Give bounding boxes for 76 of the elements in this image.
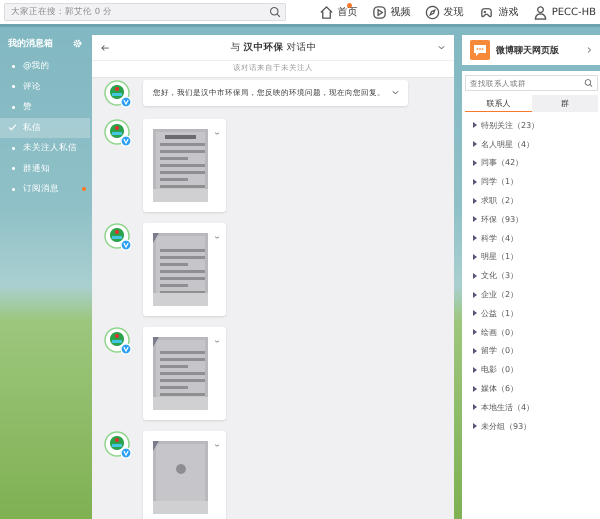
expand-arrow-icon bbox=[473, 216, 477, 222]
contact-group[interactable]: 文化（3） bbox=[473, 266, 598, 286]
avatar-icon[interactable] bbox=[104, 119, 132, 147]
bullet-icon bbox=[12, 167, 15, 170]
image-message[interactable] bbox=[143, 119, 226, 212]
expand-arrow-icon bbox=[473, 198, 477, 204]
user-icon bbox=[532, 4, 548, 20]
contact-group[interactable]: 绘画（0） bbox=[473, 322, 598, 342]
bullet-icon bbox=[12, 106, 15, 109]
contact-group[interactable]: 未分组（93） bbox=[473, 416, 598, 436]
back-arrow-icon bbox=[100, 42, 110, 52]
expand-arrow-icon bbox=[473, 292, 477, 298]
expand-arrow-icon bbox=[473, 366, 477, 373]
expand-arrow-icon bbox=[473, 160, 477, 166]
expand-arrow-icon bbox=[473, 423, 477, 430]
bullet-icon bbox=[12, 64, 15, 68]
check-icon bbox=[8, 123, 17, 132]
contact-group[interactable]: 特别关注（23） bbox=[473, 116, 598, 135]
tab[interactable]: 群 bbox=[532, 95, 598, 112]
sidebar-label: 私信 bbox=[23, 122, 41, 134]
expand-arrow-icon bbox=[473, 272, 477, 279]
expand-arrow-icon bbox=[473, 235, 477, 242]
bullet-icon bbox=[12, 188, 15, 191]
contact-group[interactable]: 同学（1） bbox=[473, 172, 598, 192]
expand-arrow-icon bbox=[473, 141, 477, 148]
contact-group[interactable]: 环保（93） bbox=[473, 210, 598, 229]
sidebar-title: 我的消息箱 bbox=[8, 37, 53, 50]
sidebar-label: 未关注人私信 bbox=[23, 142, 77, 154]
nav-link[interactable]: 首页 bbox=[318, 4, 358, 20]
contact-group[interactable]: 名人明星（4） bbox=[473, 134, 598, 154]
avatar-icon[interactable] bbox=[104, 327, 132, 355]
expand-arrow-icon bbox=[473, 310, 477, 316]
avatar-icon[interactable] bbox=[104, 431, 132, 459]
image-message[interactable] bbox=[143, 431, 226, 519]
image-message[interactable] bbox=[143, 327, 226, 420]
chevron-right-icon bbox=[585, 46, 593, 54]
search-field[interactable]: 大家正在搜：郭艾伦 0 分 bbox=[4, 3, 286, 21]
avatar-icon[interactable] bbox=[104, 223, 132, 251]
avatar-icon[interactable] bbox=[104, 80, 132, 108]
chat-title: 与 汉中环保 对话中 bbox=[229, 41, 318, 54]
nav-link[interactable]: PECC-HB bbox=[532, 4, 596, 20]
contact-group[interactable]: 留学（0） bbox=[473, 342, 598, 360]
contact-group[interactable]: 同事（42） bbox=[473, 154, 598, 172]
image-message[interactable] bbox=[143, 223, 226, 316]
settings-icon[interactable] bbox=[73, 39, 82, 48]
expand-arrow-icon bbox=[473, 329, 477, 336]
bullet-icon bbox=[12, 85, 15, 88]
sidebar-label: 赞 bbox=[23, 101, 32, 114]
expand-arrow-icon bbox=[473, 254, 477, 260]
nav-link[interactable]: 视频 bbox=[372, 4, 411, 20]
expand-arrow-icon bbox=[473, 404, 477, 410]
play-icon bbox=[372, 4, 387, 20]
expand-arrow-icon bbox=[473, 386, 477, 392]
sidebar-label: @我的 bbox=[23, 60, 50, 72]
search-icon bbox=[269, 6, 281, 18]
nav-link[interactable]: 游戏 bbox=[478, 4, 519, 20]
expand-arrow-icon bbox=[473, 348, 477, 354]
contact-group[interactable]: 科学（4） bbox=[473, 228, 598, 248]
bullet-icon bbox=[12, 146, 15, 150]
contact-group[interactable]: 求职（2） bbox=[473, 191, 598, 210]
contact-group[interactable]: 企业（2） bbox=[473, 285, 598, 304]
contact-group[interactable]: 本地生活（4） bbox=[473, 398, 598, 417]
sidebar-label: 评论 bbox=[23, 80, 41, 93]
expand-arrow-icon bbox=[473, 178, 477, 185]
chat-bubble-icon bbox=[470, 40, 490, 60]
sidebar-label: 群通知 bbox=[23, 162, 50, 175]
nav-link[interactable]: 发现 bbox=[424, 4, 464, 20]
home-icon bbox=[318, 4, 334, 20]
sidebar-label: 订阅消息 bbox=[23, 183, 59, 196]
search-icon bbox=[584, 78, 593, 88]
contact-group[interactable]: 明星（1） bbox=[473, 248, 598, 266]
expand-arrow-icon bbox=[473, 122, 477, 128]
contact-group[interactable]: 媒体（6） bbox=[473, 379, 598, 398]
contact-group[interactable]: 公益（1） bbox=[473, 304, 598, 323]
compass-icon bbox=[424, 4, 440, 20]
contact-group[interactable]: 电影（0） bbox=[473, 360, 598, 380]
